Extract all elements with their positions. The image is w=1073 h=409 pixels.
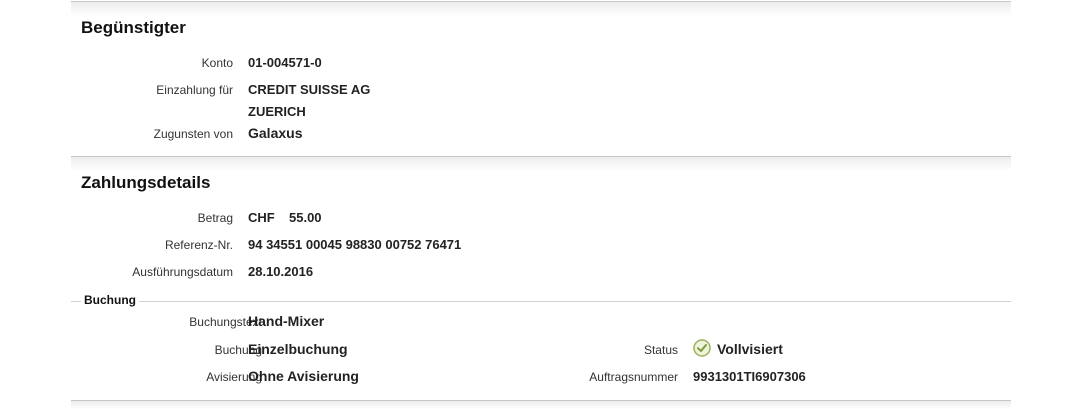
payment-title: Zahlungsdetails xyxy=(81,173,211,192)
einzahlung-label: Einzahlung für xyxy=(156,83,233,97)
buchung-value: Einzelbuchung xyxy=(248,341,348,357)
avisierung-value: Ohne Avisierung xyxy=(248,368,359,384)
konto-value: 01-004571-0 xyxy=(248,55,322,70)
betrag-amount: 55.00 xyxy=(289,210,322,225)
referenz-value: 94 34551 00045 98830 00752 76471 xyxy=(248,237,462,252)
booking-fieldset-line xyxy=(71,301,1011,302)
section-divider-shadow xyxy=(71,157,1011,171)
referenz-label: Referenz-Nr. xyxy=(164,238,233,252)
top-divider-shadow xyxy=(71,2,1011,16)
check-circle-icon xyxy=(693,339,711,357)
booking-legend: Buchung xyxy=(81,293,139,307)
einzahlung-value-line2: ZUERICH xyxy=(248,104,306,119)
status-value: Vollvisiert xyxy=(717,341,783,357)
auftrag-label: Auftragsnummer xyxy=(589,370,678,384)
betrag-label: Betrag xyxy=(197,211,233,225)
betrag-currency: CHF xyxy=(248,210,275,225)
auftrag-value: 9931301TI6907306 xyxy=(693,369,806,384)
konto-label: Konto xyxy=(201,56,233,70)
datum-label: Ausführungsdatum xyxy=(132,265,233,279)
buchungstext-value: Hand-Mixer xyxy=(248,313,325,329)
zugunsten-value: Galaxus xyxy=(248,125,303,141)
einzahlung-value-line1: CREDIT SUISSE AG xyxy=(248,82,371,97)
beneficiary-title: Begünstigter xyxy=(81,18,186,37)
zugunsten-label: Zugunsten von xyxy=(153,127,233,141)
bottom-divider-shadow xyxy=(71,401,1011,409)
status-label: Status xyxy=(643,343,678,357)
datum-value: 28.10.2016 xyxy=(248,264,314,279)
